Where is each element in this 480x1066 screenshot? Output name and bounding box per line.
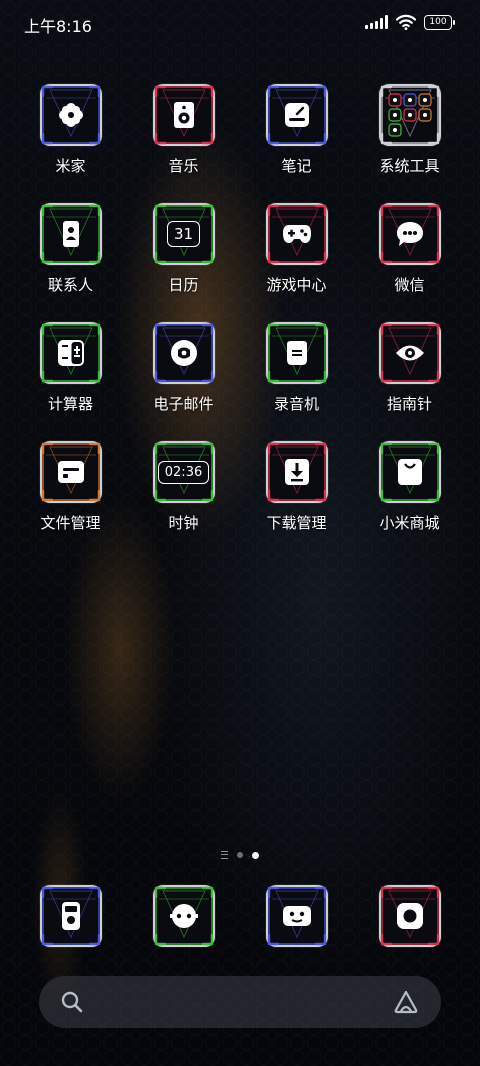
battery-icon: 100	[424, 14, 455, 30]
app-label: 指南针	[386, 395, 432, 413]
calendar-icon: 31	[166, 221, 201, 247]
email-app-icon[interactable]	[152, 322, 215, 384]
message-icon	[169, 902, 199, 930]
browser-app-icon[interactable]	[265, 885, 328, 947]
page-indicator-feed[interactable]	[221, 851, 228, 859]
notes-app-icon[interactable]	[265, 84, 328, 146]
app-label: 米家	[55, 157, 86, 175]
calendar-app-icon[interactable]: 31	[152, 203, 215, 265]
clock-app-icon[interactable]: 02:36	[152, 441, 215, 503]
calculator-icon	[57, 339, 85, 367]
app-label: 联系人	[47, 276, 93, 294]
app-music[interactable]: 音乐	[127, 84, 240, 176]
app-label: 时钟	[168, 514, 199, 532]
app-label: 笔记	[281, 157, 312, 175]
app-notes[interactable]: 笔记	[240, 84, 353, 176]
download-icon	[284, 458, 310, 486]
folder-grid-icon	[386, 91, 434, 139]
music-app-icon[interactable]	[152, 84, 215, 146]
speaker-icon	[173, 101, 195, 129]
search-icon[interactable]	[61, 991, 83, 1013]
mail-icon	[170, 339, 198, 367]
flower-icon	[57, 101, 85, 129]
compass-icon	[395, 342, 425, 364]
file-manager-icon	[57, 459, 85, 485]
app-contacts[interactable]: 联系人	[14, 203, 127, 295]
app-label: 音乐	[168, 157, 199, 175]
app-calculator[interactable]: 计算器	[14, 322, 127, 414]
app-recorder[interactable]: 录音机	[240, 322, 353, 414]
dock-camera[interactable]	[353, 885, 466, 947]
page-indicator[interactable]	[0, 851, 480, 859]
app-label: 游戏中心	[266, 276, 327, 294]
dock-browser[interactable]	[240, 885, 353, 947]
note-icon	[283, 101, 311, 129]
app-label: 电子邮件	[153, 395, 214, 413]
app-downloads[interactable]: 下载管理	[240, 441, 353, 533]
dock	[14, 885, 466, 947]
app-compass[interactable]: 指南针	[353, 322, 466, 414]
app-email[interactable]: 电子邮件	[127, 322, 240, 414]
recorder-icon	[283, 340, 311, 366]
battery-level: 100	[429, 16, 447, 27]
search-bar[interactable]	[39, 976, 441, 1028]
contact-icon	[61, 220, 81, 248]
app-clock[interactable]: 02:36 时钟	[127, 441, 240, 533]
app-games[interactable]: 游戏中心	[240, 203, 353, 295]
clock-icon-text: 02:36	[157, 460, 210, 484]
wifi-icon	[396, 14, 416, 30]
camera-app-icon[interactable]	[378, 885, 441, 947]
gamepad-icon	[282, 223, 312, 245]
dock-messages[interactable]	[127, 885, 240, 947]
tools-app-icon[interactable]	[378, 84, 441, 146]
page-indicator-dot-current[interactable]	[252, 851, 259, 859]
recorder-app-icon[interactable]	[265, 322, 328, 384]
app-label: 日历	[168, 276, 199, 294]
mijia-app-icon[interactable]	[39, 84, 102, 146]
app-label: 系统工具	[379, 157, 440, 175]
shopping-bag-icon	[397, 458, 423, 486]
assistant-icon[interactable]	[393, 990, 419, 1014]
app-tools[interactable]: 系统工具	[353, 84, 466, 176]
calculator-app-icon[interactable]	[39, 322, 102, 384]
downloads-app-icon[interactable]	[265, 441, 328, 503]
app-files[interactable]: 文件管理	[14, 441, 127, 533]
dock-phone[interactable]	[14, 885, 127, 947]
messages-app-icon[interactable]	[152, 885, 215, 947]
compass-app-icon[interactable]	[378, 322, 441, 384]
app-label: 下载管理	[266, 514, 327, 532]
contacts-app-icon[interactable]	[39, 203, 102, 265]
files-app-icon[interactable]	[39, 441, 102, 503]
phone-icon	[60, 901, 82, 931]
chat-bubble-icon	[395, 220, 425, 248]
app-calendar[interactable]: 31 日历	[127, 203, 240, 295]
page-indicator-dot[interactable]	[237, 852, 243, 858]
phone-app-icon[interactable]	[39, 885, 102, 947]
status-time: 上午8:16	[24, 17, 92, 36]
app-grid: 米家 音乐 笔记 系统工具联系人 31 日历 游戏中心 微信计算器 电子邮件 录音机 指南针文件管理…	[14, 84, 466, 533]
clock-icon: 02:36	[157, 460, 210, 484]
wechat-app-icon[interactable]	[378, 203, 441, 265]
app-label: 录音机	[273, 395, 319, 413]
app-label: 小米商城	[379, 514, 440, 532]
browser-icon	[282, 904, 312, 928]
app-label: 文件管理	[40, 514, 101, 532]
signal-icon	[365, 15, 388, 29]
status-bar: 上午8:16 100	[0, 0, 480, 44]
games-app-icon[interactable]	[265, 203, 328, 265]
app-label: 计算器	[47, 395, 93, 413]
mistore-app-icon[interactable]	[378, 441, 441, 503]
calendar-icon-text: 31	[166, 221, 201, 247]
app-mijia[interactable]: 米家	[14, 84, 127, 176]
camera-icon	[396, 902, 424, 930]
app-label: 微信	[394, 276, 425, 294]
app-mistore[interactable]: 小米商城	[353, 441, 466, 533]
app-wechat[interactable]: 微信	[353, 203, 466, 295]
